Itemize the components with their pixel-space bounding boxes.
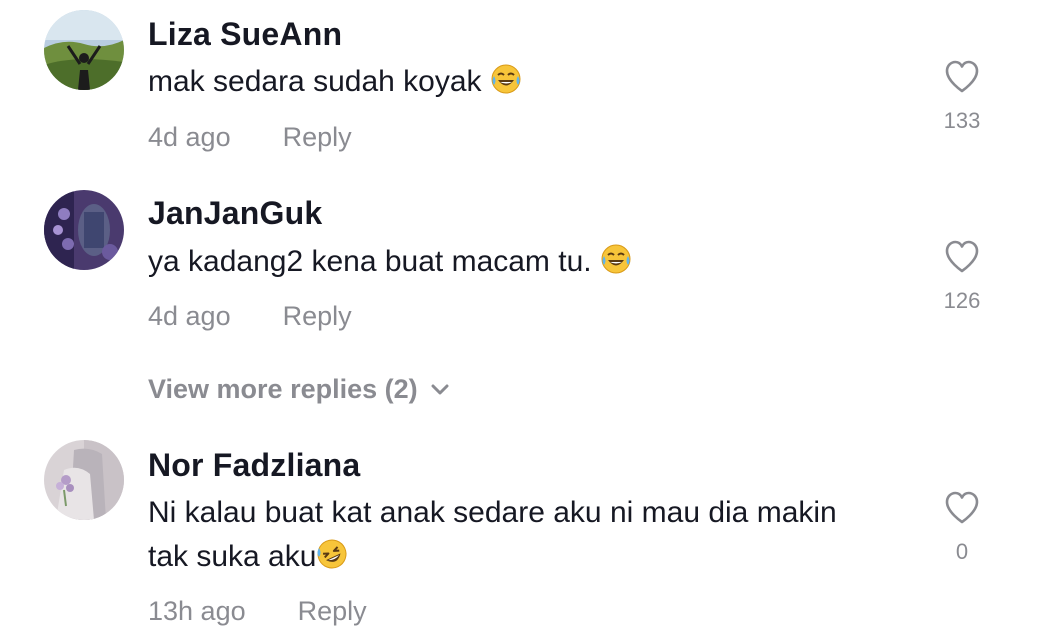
comment-timestamp: 4d ago <box>148 301 231 331</box>
like-count: 133 <box>943 108 981 133</box>
comment-text-content: mak sedara sudah koyak <box>148 65 482 98</box>
comment-text: ya kadang2 kena buat macam tu. <box>148 240 632 288</box>
face-with-tears-of-joy-icon <box>600 243 632 288</box>
like-button[interactable]: 126 <box>922 240 1002 314</box>
comment-meta: 4d ago Reply <box>148 122 352 153</box>
reply-button[interactable]: Reply <box>298 596 367 627</box>
comment-username[interactable]: Nor Fadzliana <box>148 447 360 484</box>
comment-timestamp: 13h ago <box>148 596 246 626</box>
heart-icon <box>922 60 1002 94</box>
comment-username[interactable]: Liza SueAnn <box>148 16 342 53</box>
comment-text-line-1: Ni kalau buat kat anak sedare aku ni mau… <box>148 496 837 529</box>
comment-text-content: tak suka aku <box>148 540 317 573</box>
like-button[interactable]: 0 <box>922 491 1002 565</box>
avatar[interactable] <box>44 440 124 520</box>
comment-meta: 4d ago Reply <box>148 301 352 332</box>
avatar[interactable] <box>44 10 124 90</box>
like-button[interactable]: 133 <box>922 60 1002 134</box>
face-with-tears-of-joy-icon <box>490 63 522 108</box>
chevron-down-icon <box>430 372 450 403</box>
like-count: 126 <box>943 288 981 313</box>
comment-timestamp: 4d ago <box>148 122 231 152</box>
comment-text-line-2: tak suka aku <box>148 535 348 583</box>
like-count: 0 <box>955 539 969 564</box>
comment-text-content: ya kadang2 kena buat macam tu. <box>148 245 592 278</box>
view-more-replies-label: View more replies (2) <box>148 374 418 404</box>
comment-meta: 13h ago Reply <box>148 596 367 627</box>
view-more-replies-button[interactable]: View more replies (2) <box>148 372 450 405</box>
avatar[interactable] <box>44 190 124 270</box>
heart-icon <box>922 491 1002 525</box>
comment-username[interactable]: JanJanGuk <box>148 195 322 232</box>
heart-icon <box>922 240 1002 274</box>
reply-button[interactable]: Reply <box>283 301 352 332</box>
comment-text: mak sedara sudah koyak <box>148 60 522 108</box>
rolling-on-the-floor-laughing-icon <box>316 538 348 583</box>
reply-button[interactable]: Reply <box>283 122 352 153</box>
